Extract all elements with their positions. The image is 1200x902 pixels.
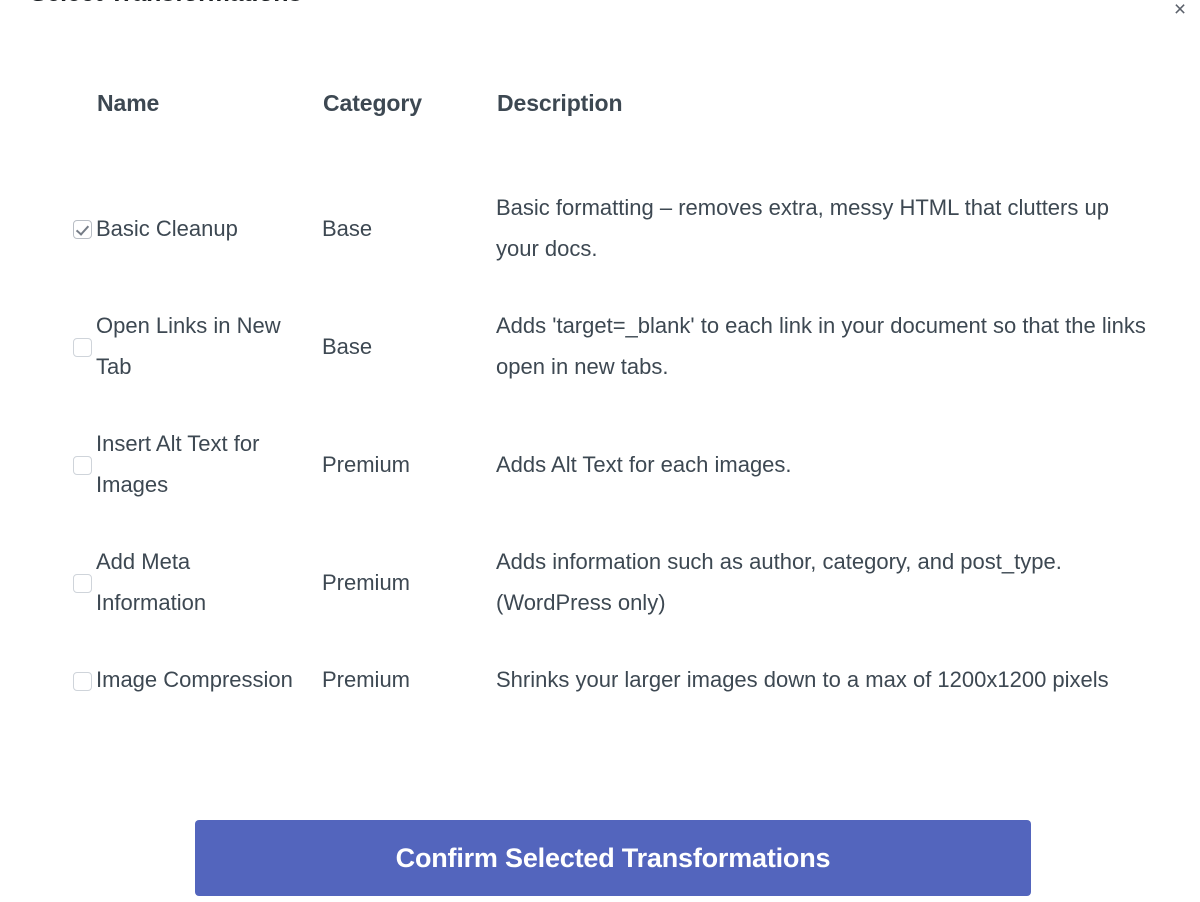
row-select-cell[interactable] [24,523,96,641]
confirm-button-label: Confirm Selected Transformations [395,842,831,873]
confirm-selected-transformations-button[interactable]: Confirm Selected Transformations [195,820,1031,896]
table-row[interactable]: Open Links in New Tab Base Adds 'target=_b… [24,287,1176,405]
checkbox-checked[interactable] [73,220,92,240]
transformation-category: Premium [322,569,411,595]
transformations-table: Name Category Description Basic Cleanup B… [24,90,1176,718]
checkbox-unchecked[interactable] [73,574,92,594]
checkbox-unchecked[interactable] [73,456,92,476]
checkbox-unchecked[interactable] [73,338,92,358]
transformation-category: Base [322,215,373,241]
table-row[interactable]: Basic Cleanup Base Basic formatting – remo… [24,169,1176,287]
page-title: Select Transformations [30,0,302,8]
column-header-category: Category [323,90,422,116]
row-select-cell[interactable] [24,287,96,405]
transformation-description: Adds information such as author, categor… [496,549,1062,615]
checkbox-unchecked[interactable] [73,671,92,691]
table-row[interactable]: Insert Alt Text for Images Premium Adds Al… [24,405,1176,523]
table-header-row: Name Category Description [24,90,1176,169]
table-row[interactable]: Add Meta Information Premium Adds informat… [24,523,1176,641]
transformation-description: Adds 'target=_blank' to each link in you… [496,313,1146,379]
row-select-cell[interactable] [24,405,96,523]
table-row[interactable]: Image Compression Premium Shrinks your lar… [24,641,1176,718]
transformation-category: Base [322,333,373,359]
column-header-description: Description [497,90,623,116]
table-body: Basic Cleanup Base Basic formatting – remo… [24,169,1176,718]
transformation-name: Insert Alt Text for Images [96,431,260,497]
select-transformations-dialog: Select Transformations × Name Category D… [0,0,1200,902]
transformation-category: Premium [322,667,411,692]
transformation-description: Shrinks your larger images down to a max… [496,667,1109,692]
transformation-category: Premium [322,451,411,477]
transformation-description: Basic formatting – removes extra, messy … [496,195,1109,261]
row-select-cell[interactable] [24,169,96,287]
transformation-name: Open Links in New Tab [96,313,281,379]
column-header-name: Name [97,90,160,116]
transformation-name: Add Meta Information [96,549,207,615]
column-header-select [24,90,96,169]
close-icon[interactable]: × [1168,0,1192,22]
transformation-description: Adds Alt Text for each images. [496,451,792,477]
table-header: Name Category Description [24,90,1176,169]
row-select-cell[interactable] [24,641,96,718]
transformations-table-wrapper: Name Category Description Basic Cleanup B… [0,90,1200,718]
transformation-name: Basic Cleanup [96,215,238,241]
dialog-header: Select Transformations × [0,0,1200,21]
transformation-name: Image Compression [96,667,293,692]
